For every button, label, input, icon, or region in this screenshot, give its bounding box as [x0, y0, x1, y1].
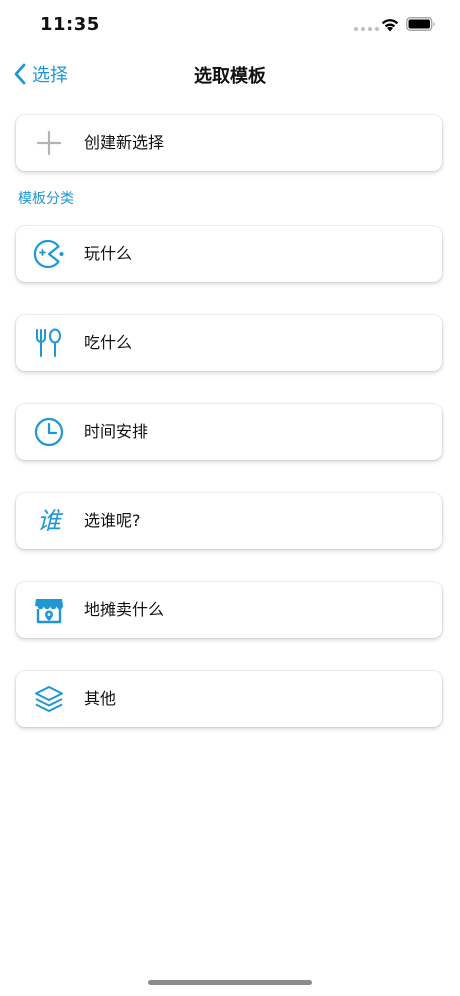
create-new-choice-button[interactable]: 创建新选择 — [16, 115, 442, 171]
who-character-glyph: 谁 — [37, 507, 61, 535]
status-bar: 11:35 — [0, 0, 460, 50]
wifi-icon — [381, 19, 399, 32]
template-label: 吃什么 — [84, 333, 133, 352]
clock-icon — [33, 416, 65, 448]
stall-shop-icon — [33, 594, 65, 626]
template-card-eat[interactable]: 吃什么 — [16, 315, 442, 371]
home-indicator[interactable] — [148, 980, 312, 985]
layers-icon — [33, 683, 65, 715]
who-character-icon: 谁 — [33, 505, 65, 537]
template-label: 其他 — [84, 689, 117, 708]
navigation-bar: 选择 选取模板 — [0, 52, 460, 96]
template-label: 地摊卖什么 — [84, 600, 165, 619]
template-card-schedule[interactable]: 时间安排 — [16, 404, 442, 460]
fork-spoon-icon — [33, 327, 65, 359]
create-new-choice-label: 创建新选择 — [84, 133, 165, 152]
game-icon — [33, 238, 65, 270]
battery-icon — [406, 17, 435, 31]
status-time: 11:35 — [40, 14, 100, 35]
template-card-play[interactable]: 玩什么 — [16, 226, 442, 282]
template-card-other[interactable]: 其他 — [16, 671, 442, 727]
cellular-signal-icon — [354, 27, 379, 31]
page-title: 选取模板 — [194, 66, 266, 87]
plus-icon — [33, 127, 65, 159]
template-card-who[interactable]: 谁 选谁呢? — [16, 493, 442, 549]
template-card-stall[interactable]: 地摊卖什么 — [16, 582, 442, 638]
section-header: 模板分类 — [18, 191, 74, 207]
template-label: 时间安排 — [84, 422, 149, 441]
template-label: 玩什么 — [84, 244, 133, 263]
template-label: 选谁呢? — [84, 511, 141, 530]
